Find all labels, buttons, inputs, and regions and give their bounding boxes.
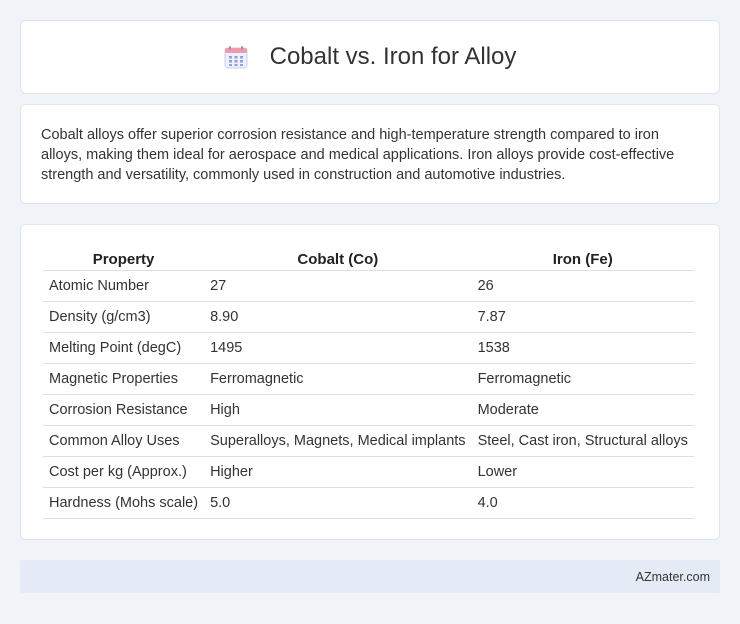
property-cell: Atomic Number (43, 269, 205, 301)
property-cell: Cost per kg (Approx.) (43, 455, 205, 487)
property-cell: Hardness (Mohs scale) (43, 486, 205, 519)
iron-cell: Ferromagnetic (471, 362, 694, 394)
title-card: Cobalt vs. Iron for Alloy (20, 20, 720, 94)
cobalt-cell: 8.90 (204, 300, 472, 332)
table-row: Magnetic Properties Ferromagnetic Ferrom… (43, 362, 694, 394)
comparison-table-card: Property Cobalt (Co) Iron (Fe) Atomic Nu… (20, 224, 720, 540)
footer-site-link[interactable]: AZmater.com (636, 570, 710, 584)
table-header-row: Property Cobalt (Co) Iron (Fe) (43, 245, 694, 270)
iron-cell: 26 (471, 269, 694, 301)
summary-text: Cobalt alloys offer superior corrosion r… (41, 127, 675, 183)
table-row: Atomic Number 27 26 (43, 269, 694, 301)
iron-cell: Steel, Cast iron, Structural alloys (471, 424, 694, 456)
cobalt-cell: 1495 (204, 331, 472, 363)
calendar-icon (224, 46, 248, 69)
iron-cell: 4.0 (471, 486, 694, 519)
header-iron: Iron (Fe) (552, 250, 613, 268)
table-row: Cost per kg (Approx.) Higher Lower (43, 455, 694, 487)
table-row: Hardness (Mohs scale) 5.0 4.0 (43, 486, 694, 519)
property-cell: Melting Point (degC) (43, 331, 205, 363)
cobalt-cell: Higher (204, 455, 472, 487)
header-property: Property (92, 250, 155, 268)
property-cell: Magnetic Properties (43, 362, 205, 394)
comparison-table: Property Cobalt (Co) Iron (Fe) Atomic Nu… (43, 245, 694, 519)
table-row: Melting Point (degC) 1495 1538 (43, 331, 694, 363)
iron-cell: Lower (471, 455, 694, 487)
table-row: Density (g/cm3) 8.90 7.87 (43, 300, 694, 332)
header-cobalt: Cobalt (Co) (297, 250, 379, 268)
summary-card: Cobalt alloys offer superior corrosion r… (20, 104, 720, 204)
table-row: Corrosion Resistance High Moderate (43, 393, 694, 425)
cobalt-cell: Ferromagnetic (204, 362, 472, 394)
footer-bar: AZmater.com (20, 560, 720, 593)
iron-cell: Moderate (471, 393, 694, 425)
cobalt-cell: Superalloys, Magnets, Medical implants (204, 424, 472, 456)
iron-cell: 1538 (471, 331, 694, 363)
title-wrap: Cobalt vs. Iron for Alloy (224, 43, 517, 71)
property-cell: Corrosion Resistance (43, 393, 205, 425)
iron-cell: 7.87 (471, 300, 694, 332)
cobalt-cell: High (204, 393, 472, 425)
property-cell: Density (g/cm3) (43, 300, 205, 332)
page-title: Cobalt vs. Iron for Alloy (269, 43, 517, 70)
table-row: Common Alloy Uses Superalloys, Magnets, … (43, 424, 694, 456)
property-cell: Common Alloy Uses (43, 424, 205, 456)
cobalt-cell: 27 (204, 269, 472, 301)
cobalt-cell: 5.0 (204, 486, 472, 519)
